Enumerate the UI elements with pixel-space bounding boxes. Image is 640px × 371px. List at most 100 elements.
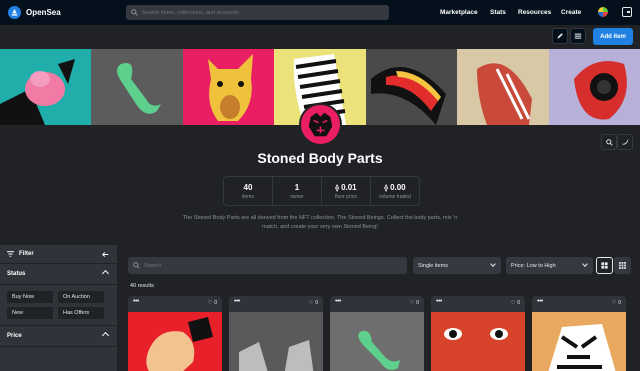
chevron-down-icon [582, 261, 588, 267]
search-icon [131, 9, 138, 16]
item-image[interactable] [229, 312, 323, 371]
wallet-icon[interactable] [622, 7, 632, 17]
item-image[interactable] [431, 312, 525, 371]
stat-owners-value: 1 [294, 183, 300, 192]
top-navbar: OpenSea Marketplace Stats Resources Crea… [0, 0, 640, 25]
item-card[interactable]: ••• ♡ 0 [229, 296, 323, 371]
stat-items[interactable]: 40 items [224, 177, 273, 205]
like-button[interactable]: ♡ 0 [612, 300, 621, 306]
status-has-offers[interactable]: Has Offers [58, 307, 104, 319]
list-view-button[interactable] [570, 28, 586, 44]
status-buy-now[interactable]: Buy Now [7, 291, 53, 303]
item-image[interactable] [532, 312, 626, 371]
status-section-header[interactable]: Status [0, 264, 117, 285]
stat-floor-label: floor price [335, 194, 357, 200]
like-count: 0 [315, 300, 318, 306]
item-image[interactable] [128, 312, 222, 371]
more-options-icon[interactable]: ••• [133, 298, 139, 305]
like-button[interactable]: ♡ 0 [511, 300, 520, 306]
banner-tile-3 [182, 49, 275, 125]
stat-floor-value: 0.01 [341, 183, 357, 192]
stat-volume-value: 0.00 [390, 183, 406, 192]
collection-stats: 40 items 1 owner ⟠ 0.01 floor price ⟠ 0.… [223, 176, 420, 206]
status-label: Status [7, 271, 26, 277]
items-search[interactable] [128, 257, 407, 274]
grid-small-icon [619, 262, 626, 269]
like-button[interactable]: ♡ 0 [309, 300, 318, 306]
more-options-icon[interactable]: ••• [537, 298, 543, 305]
item-type-value: Single items [418, 262, 448, 269]
heart-icon: ♡ [510, 300, 516, 306]
item-card[interactable]: ••• ♡ 0 [431, 296, 525, 371]
item-card[interactable]: ••• ♡ 0 [532, 296, 626, 371]
status-new[interactable]: New [7, 307, 53, 319]
item-card[interactable]: ••• ♡ 0 [330, 296, 424, 371]
global-search-input[interactable] [142, 9, 382, 16]
like-button[interactable]: ♡ 0 [410, 300, 419, 306]
more-options-icon[interactable]: ••• [335, 298, 341, 305]
filter-header[interactable]: Filter [0, 245, 117, 264]
opensea-logo[interactable]: OpenSea [8, 6, 61, 19]
nav-marketplace[interactable]: Marketplace [440, 0, 478, 25]
heart-icon: ♡ [207, 300, 213, 306]
stat-items-value: 40 [243, 183, 253, 192]
stat-floor[interactable]: ⟠ 0.01 floor price [322, 177, 371, 205]
banner-tile-6 [457, 49, 549, 125]
nav-resources[interactable]: Resources [518, 0, 551, 25]
small-grid-button[interactable] [614, 257, 631, 274]
more-options-icon[interactable]: ••• [234, 298, 240, 305]
chevron-up-icon [101, 331, 110, 340]
collection-description: The Stoned Body Parts are all derived fr… [182, 215, 458, 230]
banner-tile-2 [91, 49, 183, 125]
like-button[interactable]: ♡ 0 [208, 300, 217, 306]
edit-button[interactable] [552, 28, 568, 44]
price-section-header[interactable]: Price [0, 326, 117, 347]
eth-icon: ⟠ [384, 185, 388, 192]
stat-owners-label: owner [290, 194, 304, 200]
list-icon [574, 33, 582, 39]
app-name: OpenSea [26, 8, 61, 17]
more-options-icon[interactable]: ••• [436, 298, 442, 305]
price-label: Price [7, 333, 22, 339]
status-on-auction[interactable]: On Auction [58, 291, 104, 303]
sort-select[interactable]: Price: Low to High [506, 257, 593, 274]
items-search-input[interactable] [144, 262, 394, 269]
search-icon [133, 262, 140, 269]
eth-icon: ⟠ [335, 185, 339, 192]
heart-icon: ♡ [409, 300, 415, 306]
banner-tile-5 [365, 49, 458, 125]
banner-tile-1 [0, 49, 92, 125]
chevron-down-icon [490, 261, 496, 267]
global-search[interactable] [126, 5, 389, 20]
chevron-up-icon [101, 269, 110, 278]
collection-title: Stoned Body Parts [257, 150, 383, 166]
item-card[interactable]: ••• ♡ 0 [128, 296, 222, 371]
large-grid-button[interactable] [596, 257, 613, 274]
status-options: Buy Now On Auction New Has Offers [0, 285, 117, 326]
item-type-select[interactable]: Single items [413, 257, 501, 274]
twitter-button[interactable] [617, 134, 633, 150]
stat-items-label: items [242, 194, 254, 200]
nav-create[interactable]: Create [561, 0, 581, 25]
filter-icon [7, 251, 14, 257]
stat-owners[interactable]: 1 owner [273, 177, 322, 205]
add-item-button[interactable]: Add item [593, 28, 633, 45]
item-image[interactable] [330, 312, 424, 371]
stat-volume[interactable]: ⟠ 0.00 volume traded [371, 177, 419, 205]
stat-volume-label: volume traded [379, 194, 411, 200]
user-avatar[interactable] [598, 7, 608, 17]
like-count: 0 [416, 300, 419, 306]
filter-label: Filter [19, 251, 34, 257]
heart-icon: ♡ [308, 300, 314, 306]
pencil-icon [557, 33, 563, 39]
collection-avatar [299, 103, 342, 146]
like-count: 0 [214, 300, 217, 306]
search-collection-button[interactable] [601, 134, 617, 150]
grid-large-icon [601, 262, 608, 269]
magnifier-icon [605, 138, 613, 146]
arrow-left-icon[interactable] [102, 251, 109, 258]
sort-value: Price: Low to High [511, 262, 556, 269]
nav-stats[interactable]: Stats [490, 0, 506, 25]
like-count: 0 [517, 300, 520, 306]
results-count: 40 results [130, 283, 154, 289]
